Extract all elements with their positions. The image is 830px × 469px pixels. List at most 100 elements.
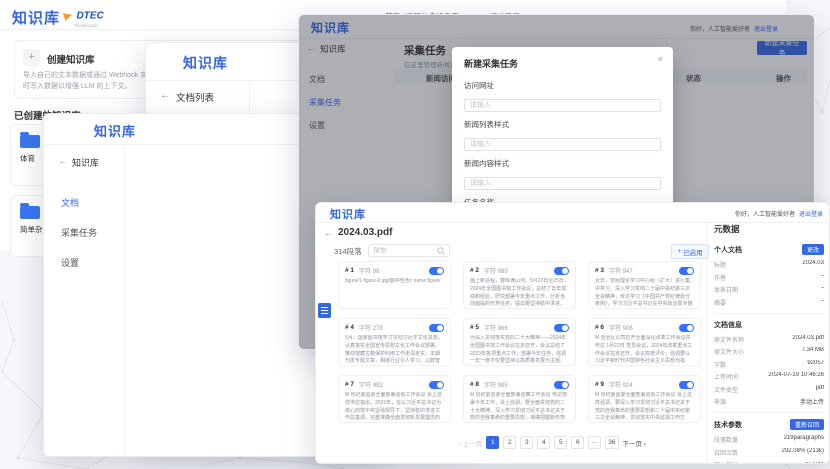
paragraph-text: 近日，党组理论学习中心组（扩大）进行集中学习，深入学习贯彻二十届中央纪委三次全会… [595,278,694,309]
create-kb-title: 创建知识库 [47,52,95,66]
enabled-toggle[interactable] [679,267,694,275]
search-input[interactable] [373,247,437,254]
kb-nav-item[interactable]: 采集任务 [61,226,97,239]
paragraph-card[interactable]: # 8 字符 985 M 省纪委监委全面部署巡察工作会议 传达部署今年工作，会上… [463,375,576,423]
doc-type-heading: 个人文档 [714,245,742,255]
brand-name: DTEC [76,10,103,21]
paragraph-index: # 7 [345,381,354,388]
page-buttons: 123456 ··· 36 [486,436,618,449]
paragraph-index: # 3 [595,267,604,274]
next-page-button[interactable]: 下一页 [623,438,646,448]
field-input[interactable] [464,177,661,190]
enabled-toggle[interactable] [429,324,444,332]
enabled-toggle[interactable] [554,267,569,275]
page-button[interactable]: 2 [503,436,516,449]
page-button[interactable]: 3 [520,436,533,449]
kb-card-title: 体育 [20,153,35,164]
paragraph-index: # 8 [470,381,479,388]
char-count: 字符 985 [484,380,554,389]
back-icon[interactable]: ← [324,228,333,238]
modal-field: 新闻内容样式 [464,158,661,190]
paragraph-index: # 9 [595,381,604,388]
enabled-filter-label: 已启用 [683,247,703,257]
metadata-row: 来源手动上传 [714,397,824,406]
back-icon[interactable]: ← [58,156,67,166]
change-button[interactable]: 更改 [802,244,824,255]
pagination: 上一页 123456 ··· 36 下一页 [398,436,646,449]
paragraph-text: M 省纪委监委全面部署巡视工作会议 会上这样强调，要深入学习贯彻习近平总书记关于… [595,392,694,423]
modal-field: 新闻列表样式 [464,119,661,151]
doc-type-rows: 标题2024.03作者–发表日期–摘要– [714,260,824,307]
paragraph-text: 为深入贯彻落实党的二十大精神——2024年全国图书馆工作会议在京召开，会议总结了… [470,335,569,366]
char-count: 字符 278 [359,323,429,332]
metadata-row: 发表日期– [714,285,824,294]
logout-link[interactable]: 退出登录 [799,209,823,218]
page-button[interactable]: 36 [605,436,618,449]
kb-nav-item[interactable]: 文档 [61,196,97,209]
paragraph-card[interactable]: # 1 字符 98 figure/1-figure-0.jpg/图中包含c na… [338,261,451,309]
char-count: 字符 989 [484,266,554,275]
doc-logo: 知识库 [330,206,366,222]
metadata-row: 原文件名称2024.03.pdf [714,335,824,344]
paragraph-card[interactable]: # 9 字符 924 M 省纪委监委全面部署巡视工作会议 会上这样强调，要深入学… [588,375,701,423]
metadata-row: 原文件大小7.34 MB [714,347,824,356]
close-icon[interactable]: × [658,54,663,64]
metadata-row: 字数92057 [714,360,824,369]
metadata-row: 摘要– [714,298,824,307]
enabled-toggle[interactable] [429,267,444,275]
metadata-row: 文件类型pdf [714,385,824,394]
enabled-toggle[interactable] [679,324,694,332]
search-box[interactable] [368,244,450,257]
doclist-logo: 知识库 [183,53,228,73]
modal-title: 新建采集任务 [464,57,661,70]
re-recall-button[interactable]: 重新召回 [790,419,824,430]
prev-page-button[interactable]: 上一页 [459,438,482,448]
char-count: 字符 982 [359,380,429,389]
enabled-toggle[interactable] [554,324,569,332]
kb-back-label: 知识库 [72,156,99,169]
page-button[interactable]: 5 [554,436,567,449]
char-count: 字符 966 [484,323,554,332]
paragraph-card[interactable]: # 2 字符 989 画上新征程，春晖满山河。5月22日至25日，2024年全国… [463,261,576,309]
greeting: 你好，人工智能爱好者 [735,209,795,218]
page-button[interactable]: 1 [486,436,499,449]
paragraph-card[interactable]: # 5 字符 966 为深入贯彻落实党的二十大精神——2024年全国图书馆工作会… [463,318,576,366]
page-button[interactable]: 6 [571,436,584,449]
field-label: 访问网址 [464,80,661,91]
doclist-title: 文档列表 [176,90,214,104]
enabled-toggle[interactable] [679,381,694,389]
paragraph-index: # 4 [345,324,354,331]
window-document: 知识库 你好，人工智能爱好者 退出登录 ← 2024.03.pdf 314段落 … [315,202,830,464]
tech-rows: 段落数量219paragraphs召回次数292.08% (213k)嵌入耗时7… [714,435,824,464]
app-logo: 知识库 [12,7,60,28]
metadata-row: 上传时间2024-07-19 10:46:26 [714,372,824,381]
kb-nav-item[interactable]: 设置 [61,256,97,269]
paragraph-text: 5月，国家图书馆学习贯彻习近平文化思想，认真落实全国宣传思想文化工作会议部署，推… [345,335,444,366]
back-icon[interactable]: ← [160,90,170,101]
paragraph-card[interactable]: # 7 字符 982 M 省纪委监委全面部署巡视工作会议 会上这样传达指出，20… [338,375,451,423]
metadata-row: 嵌入耗时74分钟 [714,460,824,464]
metadata-row: 召回次数292.08% (213k) [714,448,824,457]
metadata-row: 作者– [714,273,824,282]
paragraph-card[interactable]: # 4 字符 278 5月，国家图书馆学习贯彻习近平文化思想，认真落实全国宣传思… [338,318,451,366]
metadata-panel: 元数据 个人文档 更改 标题2024.03作者–发表日期–摘要– 文档信息 原文… [714,223,824,464]
paragraph-card[interactable]: # 3 字符 947 近日，党组理论学习中心组（扩大）进行集中学习，深入学习贯彻… [588,261,701,309]
brand-subtext: TECHNOLOGY [74,24,104,28]
kb-logo: 知识库 [94,121,136,140]
enabled-toggle[interactable] [554,381,569,389]
side-panel-handle[interactable] [318,303,331,318]
page-button[interactable]: ··· [588,436,601,449]
paragraph-index: # 2 [470,267,479,274]
paragraph-text: figure/1-figure-0.jpg/图中包含c name:figure [345,278,444,309]
field-input[interactable] [464,138,661,151]
enabled-filter-button[interactable]: +已启用 [671,244,709,259]
enabled-toggle[interactable] [429,381,444,389]
folder-icon [20,135,40,148]
create-kb-desc: 导入自己的文本数据或通过 Webhook 实时写入数据以增强 LLM 的上下文。 [23,71,151,92]
paragraph-card[interactable]: # 6 字符 906 M 自治区公司召开全面深化改革工作会议并传达 1月22日 … [588,318,701,366]
brand-logo: DTEC TECHNOLOGY [64,7,104,28]
char-count: 字符 947 [609,266,679,275]
search-icon [437,247,445,255]
field-input[interactable] [464,99,661,112]
page-button[interactable]: 4 [537,436,550,449]
